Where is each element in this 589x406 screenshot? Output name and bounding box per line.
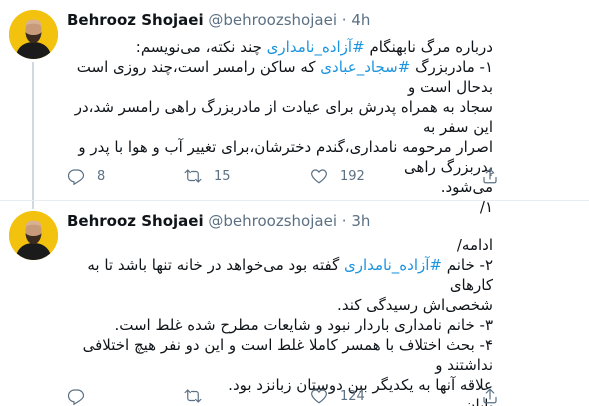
tweet-timestamp[interactable]: 4h: [351, 11, 370, 29]
like-button[interactable]: 192: [310, 165, 365, 187]
tweet-text: درباره مرگ نابهنگام #آزاده_نامداری چند ن…: [67, 37, 493, 217]
like-icon: [311, 389, 327, 404]
avatar-portrait-icon: [9, 211, 58, 260]
thread-connector-line: [32, 62, 34, 201]
like-icon: [311, 169, 327, 184]
avatar[interactable]: [9, 10, 58, 59]
share-button[interactable]: [481, 385, 499, 406]
tweet-text: ادامه/ ۲- خانم #آزاده_نامداری گفته بود م…: [67, 235, 493, 406]
tweet-line: ۳- خانم نامداری باردار نبود و شایعات مطر…: [114, 316, 493, 334]
thread-connector-line: [32, 201, 34, 209]
author-name[interactable]: Behrooz Shojaei: [67, 11, 204, 29]
hashtag-link[interactable]: #آزاده_نامداری: [267, 38, 365, 56]
tweet-1[interactable]: Behrooz Shojaei @behroozshojaei · 4h درب…: [0, 0, 589, 216]
separator-dot: ·: [341, 11, 347, 29]
avatar-portrait-icon: [9, 10, 58, 59]
reply-count: 8: [97, 168, 106, 184]
like-count: 124: [340, 388, 365, 404]
retweet-icon: [184, 389, 202, 403]
line-text: ۲- خانم: [441, 256, 493, 274]
tweet-line: ۲- خانم #آزاده_نامداری گفته بود می‌خواهد…: [67, 255, 493, 295]
share-button[interactable]: [481, 165, 499, 187]
tweet-actions: 124: [67, 385, 507, 406]
like-button[interactable]: 124: [310, 385, 365, 406]
line-text: ۱- مادربزرگ: [410, 58, 493, 76]
tweet-line: سجاد به همراه پدرش برای عیادت از مادربزر…: [74, 98, 493, 136]
reply-icon: [67, 169, 85, 185]
tweet-line: شخصی‌اش رسیدگی کند.: [337, 296, 493, 314]
reply-button[interactable]: [67, 385, 97, 406]
share-icon: [483, 168, 497, 184]
author-handle[interactable]: @behroozshojaei: [208, 212, 337, 230]
tweet-header: Behrooz Shojaei @behroozshojaei · 4h: [67, 11, 370, 29]
tweet-actions: 8 15 192: [67, 165, 507, 187]
avatar[interactable]: [9, 211, 58, 260]
author-name[interactable]: Behrooz Shojaei: [67, 212, 204, 230]
retweet-icon: [184, 169, 202, 183]
retweet-button[interactable]: [184, 385, 214, 406]
hashtag-link[interactable]: #سجاد_عبادی: [320, 58, 410, 76]
retweet-count: 15: [214, 168, 231, 184]
retweet-button[interactable]: 15: [184, 165, 231, 187]
reply-icon: [67, 389, 85, 405]
tweet-timestamp[interactable]: 3h: [351, 212, 370, 230]
share-icon: [483, 388, 497, 404]
tweet-line: ۴- بحث اختلاف با همسر کاملا غلط است و ای…: [82, 336, 493, 374]
tweet-2[interactable]: Behrooz Shojaei @behroozshojaei · 3h ادا…: [0, 201, 589, 406]
author-handle[interactable]: @behroozshojaei: [208, 11, 337, 29]
separator-dot: ·: [341, 212, 347, 230]
line-text: درباره مرگ نابهنگام: [364, 38, 493, 56]
tweet-line: درباره مرگ نابهنگام #آزاده_نامداری چند ن…: [67, 37, 493, 57]
like-count: 192: [340, 168, 365, 184]
tweet-line: ۱- مادربزرگ #سجاد_عبادی که ساکن رامسر اس…: [67, 57, 493, 97]
tweet-header: Behrooz Shojaei @behroozshojaei · 3h: [67, 212, 370, 230]
tweet-line: ادامه/: [456, 236, 493, 254]
line-text: چند نکته، می‌نویسم:: [135, 38, 267, 56]
reply-button[interactable]: 8: [67, 165, 105, 187]
hashtag-link[interactable]: #آزاده_نامداری: [344, 256, 442, 274]
